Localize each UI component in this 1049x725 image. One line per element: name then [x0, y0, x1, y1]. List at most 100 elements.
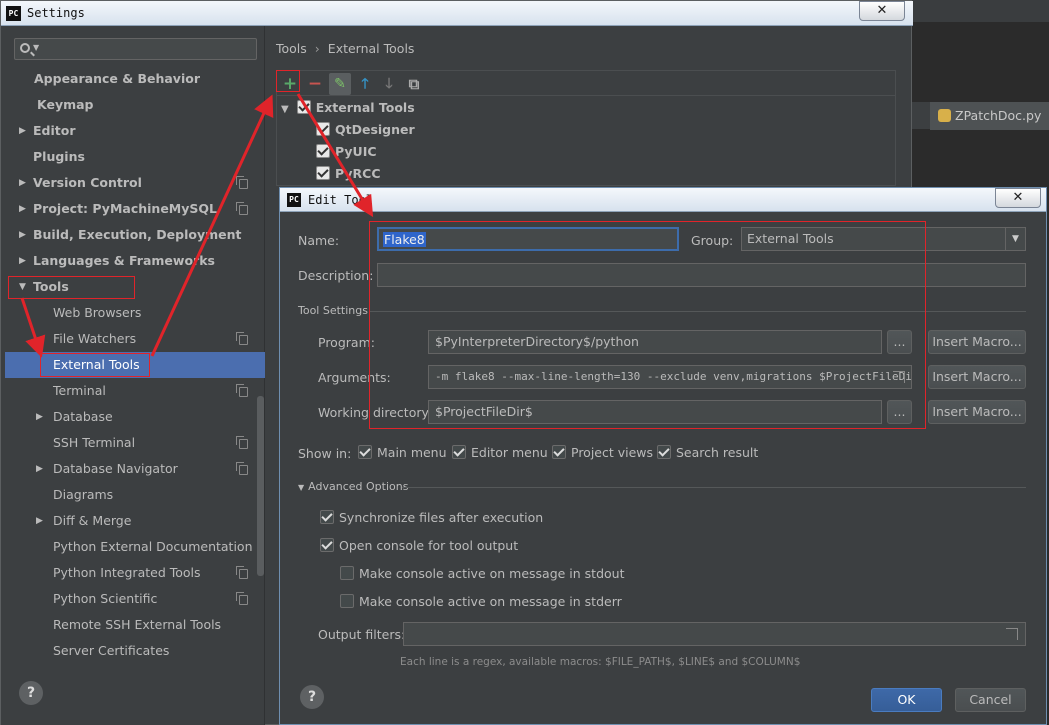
sidebar-item-languages-frameworks[interactable]: ▶ Languages & Frameworks — [5, 248, 265, 274]
show-in-editor-menu[interactable]: Editor menu — [452, 445, 548, 461]
sidebar-item-web-browsers[interactable]: Web Browsers — [5, 300, 265, 326]
edit-tool-icon[interactable]: ✎ — [329, 73, 351, 95]
tool-settings-heading: Tool Settings — [298, 304, 368, 317]
sidebar-item-version-control[interactable]: ▶ Version Control — [5, 170, 265, 196]
sidebar-item-python-external-documentation[interactable]: Python External Documentation — [5, 534, 265, 560]
expand-icon[interactable] — [893, 371, 905, 383]
settings-search-input[interactable]: ▼ — [14, 38, 257, 60]
working-directory-input[interactable]: $ProjectFileDir$ — [428, 400, 882, 424]
remove-tool-icon[interactable]: − — [304, 73, 326, 95]
show-in-checkbox[interactable] — [657, 445, 671, 459]
tree-item-pyrcc[interactable]: PyRCC — [316, 163, 381, 185]
tree-group-checkbox[interactable] — [296, 100, 311, 114]
show-in-checkbox[interactable] — [552, 445, 566, 459]
show-in-project-views[interactable]: Project views — [552, 445, 653, 461]
sidebar-item-database-navigator[interactable]: ▶ Database Navigator — [5, 456, 265, 482]
description-input[interactable] — [377, 263, 1026, 287]
collapse-icon[interactable]: ▼ — [298, 483, 304, 492]
show-in-checkbox[interactable] — [452, 445, 466, 459]
working-directory-insert-macro-button[interactable]: Insert Macro... — [928, 400, 1026, 424]
advanced-make-console-active-on-message-in-stdout[interactable]: Make console active on message in stdout — [340, 566, 625, 582]
sidebar-item-server-certificates[interactable]: Server Certificates — [5, 638, 265, 664]
advanced-checkbox[interactable] — [340, 566, 354, 580]
tree-expand-icon[interactable]: ▼ — [281, 104, 289, 115]
group-select[interactable]: External Tools ▼ — [741, 227, 1026, 251]
arguments-insert-macro-button[interactable]: Insert Macro... — [928, 365, 1026, 389]
advanced-options-toggle[interactable]: ▼ Advanced Options — [298, 480, 408, 493]
advanced-checkbox[interactable] — [320, 538, 334, 552]
breadcrumb: Tools › External Tools — [276, 41, 414, 56]
working-directory-browse-button[interactable]: ... — [887, 400, 912, 424]
add-tool-icon[interactable]: + — [279, 73, 301, 95]
sidebar-item-python-scientific[interactable]: Python Scientific — [5, 586, 265, 612]
expand-arrow-icon[interactable]: ▶ — [36, 508, 43, 534]
tree-item-checkbox[interactable] — [316, 122, 330, 136]
expand-arrow-icon[interactable]: ▶ — [36, 404, 43, 430]
background-editor-tab[interactable]: ZPatchDoc.py — [930, 102, 1049, 130]
tree-item-checkbox[interactable] — [316, 166, 330, 180]
edit-tool-close-button[interactable]: ✕ — [995, 188, 1041, 208]
tree-item-pyuic[interactable]: PyUIC — [316, 141, 377, 163]
sidebar-item-python-integrated-tools[interactable]: Python Integrated Tools — [5, 560, 265, 586]
sidebar-item-external-tools[interactable]: External Tools — [5, 352, 265, 378]
sidebar-scrollbar[interactable] — [257, 396, 264, 576]
tree-group-row[interactable]: ▼ External Tools — [281, 97, 415, 119]
sidebar-item-label: Python Scientific — [53, 591, 158, 606]
expand-arrow-icon[interactable]: ▶ — [36, 456, 43, 482]
program-insert-macro-button[interactable]: Insert Macro... — [928, 330, 1026, 354]
show-in-main-menu[interactable]: Main menu — [358, 445, 447, 461]
sidebar-item-diff-merge[interactable]: ▶ Diff & Merge — [5, 508, 265, 534]
sidebar-item-database[interactable]: ▶ Database — [5, 404, 265, 430]
sidebar-item-plugins[interactable]: Plugins — [5, 144, 265, 170]
output-filters-input[interactable] — [403, 622, 1026, 646]
sidebar-item-appearance-behavior[interactable]: Appearance & Behavior — [5, 66, 265, 92]
project-settings-icon — [236, 176, 248, 189]
name-input[interactable]: Flake8 — [377, 227, 679, 251]
sidebar-item-project-pymachinemysql[interactable]: ▶ Project: PyMachineMySQL — [5, 196, 265, 222]
advanced-synchronize-files-after-execution[interactable]: Synchronize files after execution — [320, 510, 543, 526]
sidebar-item-label: File Watchers — [53, 331, 137, 346]
show-in-checkbox[interactable] — [358, 445, 372, 459]
expand-arrow-icon[interactable]: ▶ — [19, 118, 26, 144]
sidebar-item-terminal[interactable]: Terminal — [5, 378, 265, 404]
expand-arrow-icon[interactable]: ▶ — [19, 196, 26, 222]
edit-tool-help-button[interactable]: ? — [300, 685, 324, 709]
sidebar-item-build-execution-deployment[interactable]: ▶ Build, Execution, Deployment — [5, 222, 265, 248]
advanced-checkbox[interactable] — [320, 510, 334, 524]
advanced-make-console-active-on-message-in-stderr[interactable]: Make console active on message in stderr — [340, 594, 622, 610]
show-in-label-text: Editor menu — [471, 445, 548, 460]
external-tools-toolbar: + − ✎ 🡑 🡓 ⧉ — [276, 70, 896, 96]
advanced-open-console-for-tool-output[interactable]: Open console for tool output — [320, 538, 518, 554]
sidebar-item-editor[interactable]: ▶ Editor — [5, 118, 265, 144]
sidebar-item-label: Diff & Merge — [53, 513, 132, 528]
move-down-icon[interactable]: 🡓 — [378, 73, 400, 95]
expand-arrow-icon[interactable]: ▶ — [19, 248, 26, 274]
advanced-checkbox[interactable] — [340, 594, 354, 608]
working-directory-label: Working directory: — [318, 405, 433, 420]
ok-button[interactable]: OK — [871, 688, 942, 712]
collapse-arrow-icon[interactable]: ▼ — [19, 274, 26, 300]
move-up-icon[interactable]: 🡑 — [354, 73, 376, 95]
expand-icon[interactable] — [1006, 628, 1018, 640]
sidebar-item-diagrams[interactable]: Diagrams — [5, 482, 265, 508]
settings-close-button[interactable]: ✕ — [859, 1, 905, 21]
sidebar-item-remote-ssh-external-tools[interactable]: Remote SSH External Tools — [5, 612, 265, 638]
chevron-down-icon[interactable]: ▼ — [1005, 228, 1025, 250]
tree-item-qtdesigner[interactable]: QtDesigner — [316, 119, 415, 141]
expand-arrow-icon[interactable]: ▶ — [19, 170, 26, 196]
sidebar-item-ssh-terminal[interactable]: SSH Terminal — [5, 430, 265, 456]
program-browse-button[interactable]: ... — [887, 330, 912, 354]
expand-arrow-icon[interactable]: ▶ — [19, 222, 26, 248]
settings-help-button[interactable]: ? — [19, 681, 43, 705]
copy-tool-icon[interactable]: ⧉ — [403, 73, 425, 95]
show-in-search-result[interactable]: Search result — [657, 445, 758, 461]
cancel-button[interactable]: Cancel — [955, 688, 1026, 712]
sidebar-item-file-watchers[interactable]: File Watchers — [5, 326, 265, 352]
sidebar-item-keymap[interactable]: Keymap — [5, 92, 265, 118]
breadcrumb-parent[interactable]: Tools — [276, 41, 307, 56]
sidebar-item-tools[interactable]: ▼ Tools — [5, 274, 265, 300]
tree-item-checkbox[interactable] — [316, 144, 330, 158]
arguments-input[interactable]: -m flake8 --max-line-length=130 --exclud… — [428, 365, 912, 389]
program-input[interactable]: $PyInterpreterDirectory$/python — [428, 330, 882, 354]
project-settings-icon — [236, 462, 248, 475]
